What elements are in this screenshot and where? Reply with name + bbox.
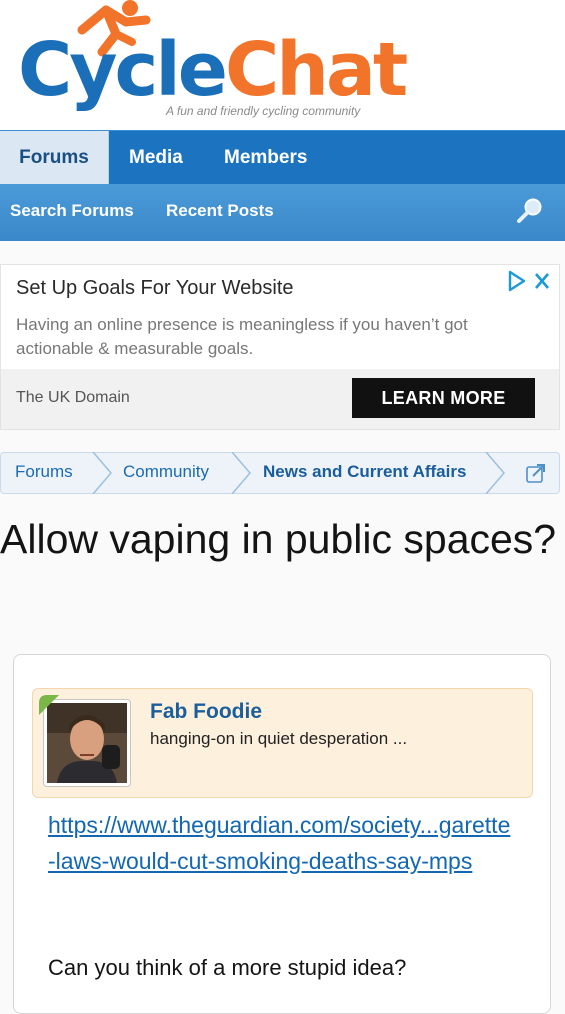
ad-domain: The UK Domain — [16, 389, 130, 406]
logo-tagline: A fun and friendly cycling community — [166, 104, 361, 118]
search-icon[interactable] — [515, 196, 545, 226]
author-title: hanging-on in quiet desperation ... — [150, 729, 408, 748]
tab-forums[interactable]: Forums — [0, 131, 109, 185]
breadcrumb-community[interactable]: Community — [123, 453, 209, 493]
recent-posts-link[interactable]: Recent Posts — [166, 184, 274, 241]
search-forums-link[interactable]: Search Forums — [10, 184, 134, 241]
tab-media[interactable]: Media — [129, 131, 183, 185]
learn-more-button[interactable]: LEARN MORE — [352, 378, 535, 418]
breadcrumb-separator-icon — [485, 452, 505, 494]
tab-members[interactable]: Members — [224, 131, 307, 185]
advertisement[interactable]: Set Up Goals For Your Website Having an … — [0, 264, 560, 430]
author-name[interactable]: Fab Foodie — [150, 700, 262, 724]
jump-to-icon[interactable] — [525, 462, 547, 484]
logo-wordmark: CycleChat — [18, 27, 408, 113]
breadcrumb: Forums Community News and Current Affair… — [0, 452, 560, 494]
adchoices-icon[interactable] — [508, 270, 526, 292]
site-header: CycleChat A fun and friendly cycling com… — [0, 0, 565, 130]
ad-body: Having an online presence is meaningless… — [16, 315, 468, 358]
breadcrumb-separator-icon — [92, 452, 112, 494]
main-nav: Forums Media Members — [0, 130, 565, 185]
page-title: Allow vaping in public spaces? — [0, 516, 557, 562]
close-icon[interactable] — [535, 273, 549, 289]
post-link[interactable]: https://www.theguardian.com/society...ga… — [48, 807, 518, 879]
post: Fab Foodie hanging-on in quiet desperati… — [13, 654, 551, 1014]
breadcrumb-separator-icon — [231, 452, 251, 494]
sub-nav: Search Forums Recent Posts — [0, 184, 565, 241]
post-text: Can you think of a more stupid idea? — [48, 955, 407, 980]
online-badge-icon — [39, 695, 59, 715]
author-block: Fab Foodie hanging-on in quiet desperati… — [32, 688, 533, 798]
breadcrumb-forums[interactable]: Forums — [15, 453, 73, 493]
breadcrumb-news-current-affairs[interactable]: News and Current Affairs — [263, 453, 466, 493]
ad-title[interactable]: Set Up Goals For Your Website — [16, 277, 294, 300]
site-logo[interactable]: CycleChat A fun and friendly cycling com… — [16, 0, 408, 128]
